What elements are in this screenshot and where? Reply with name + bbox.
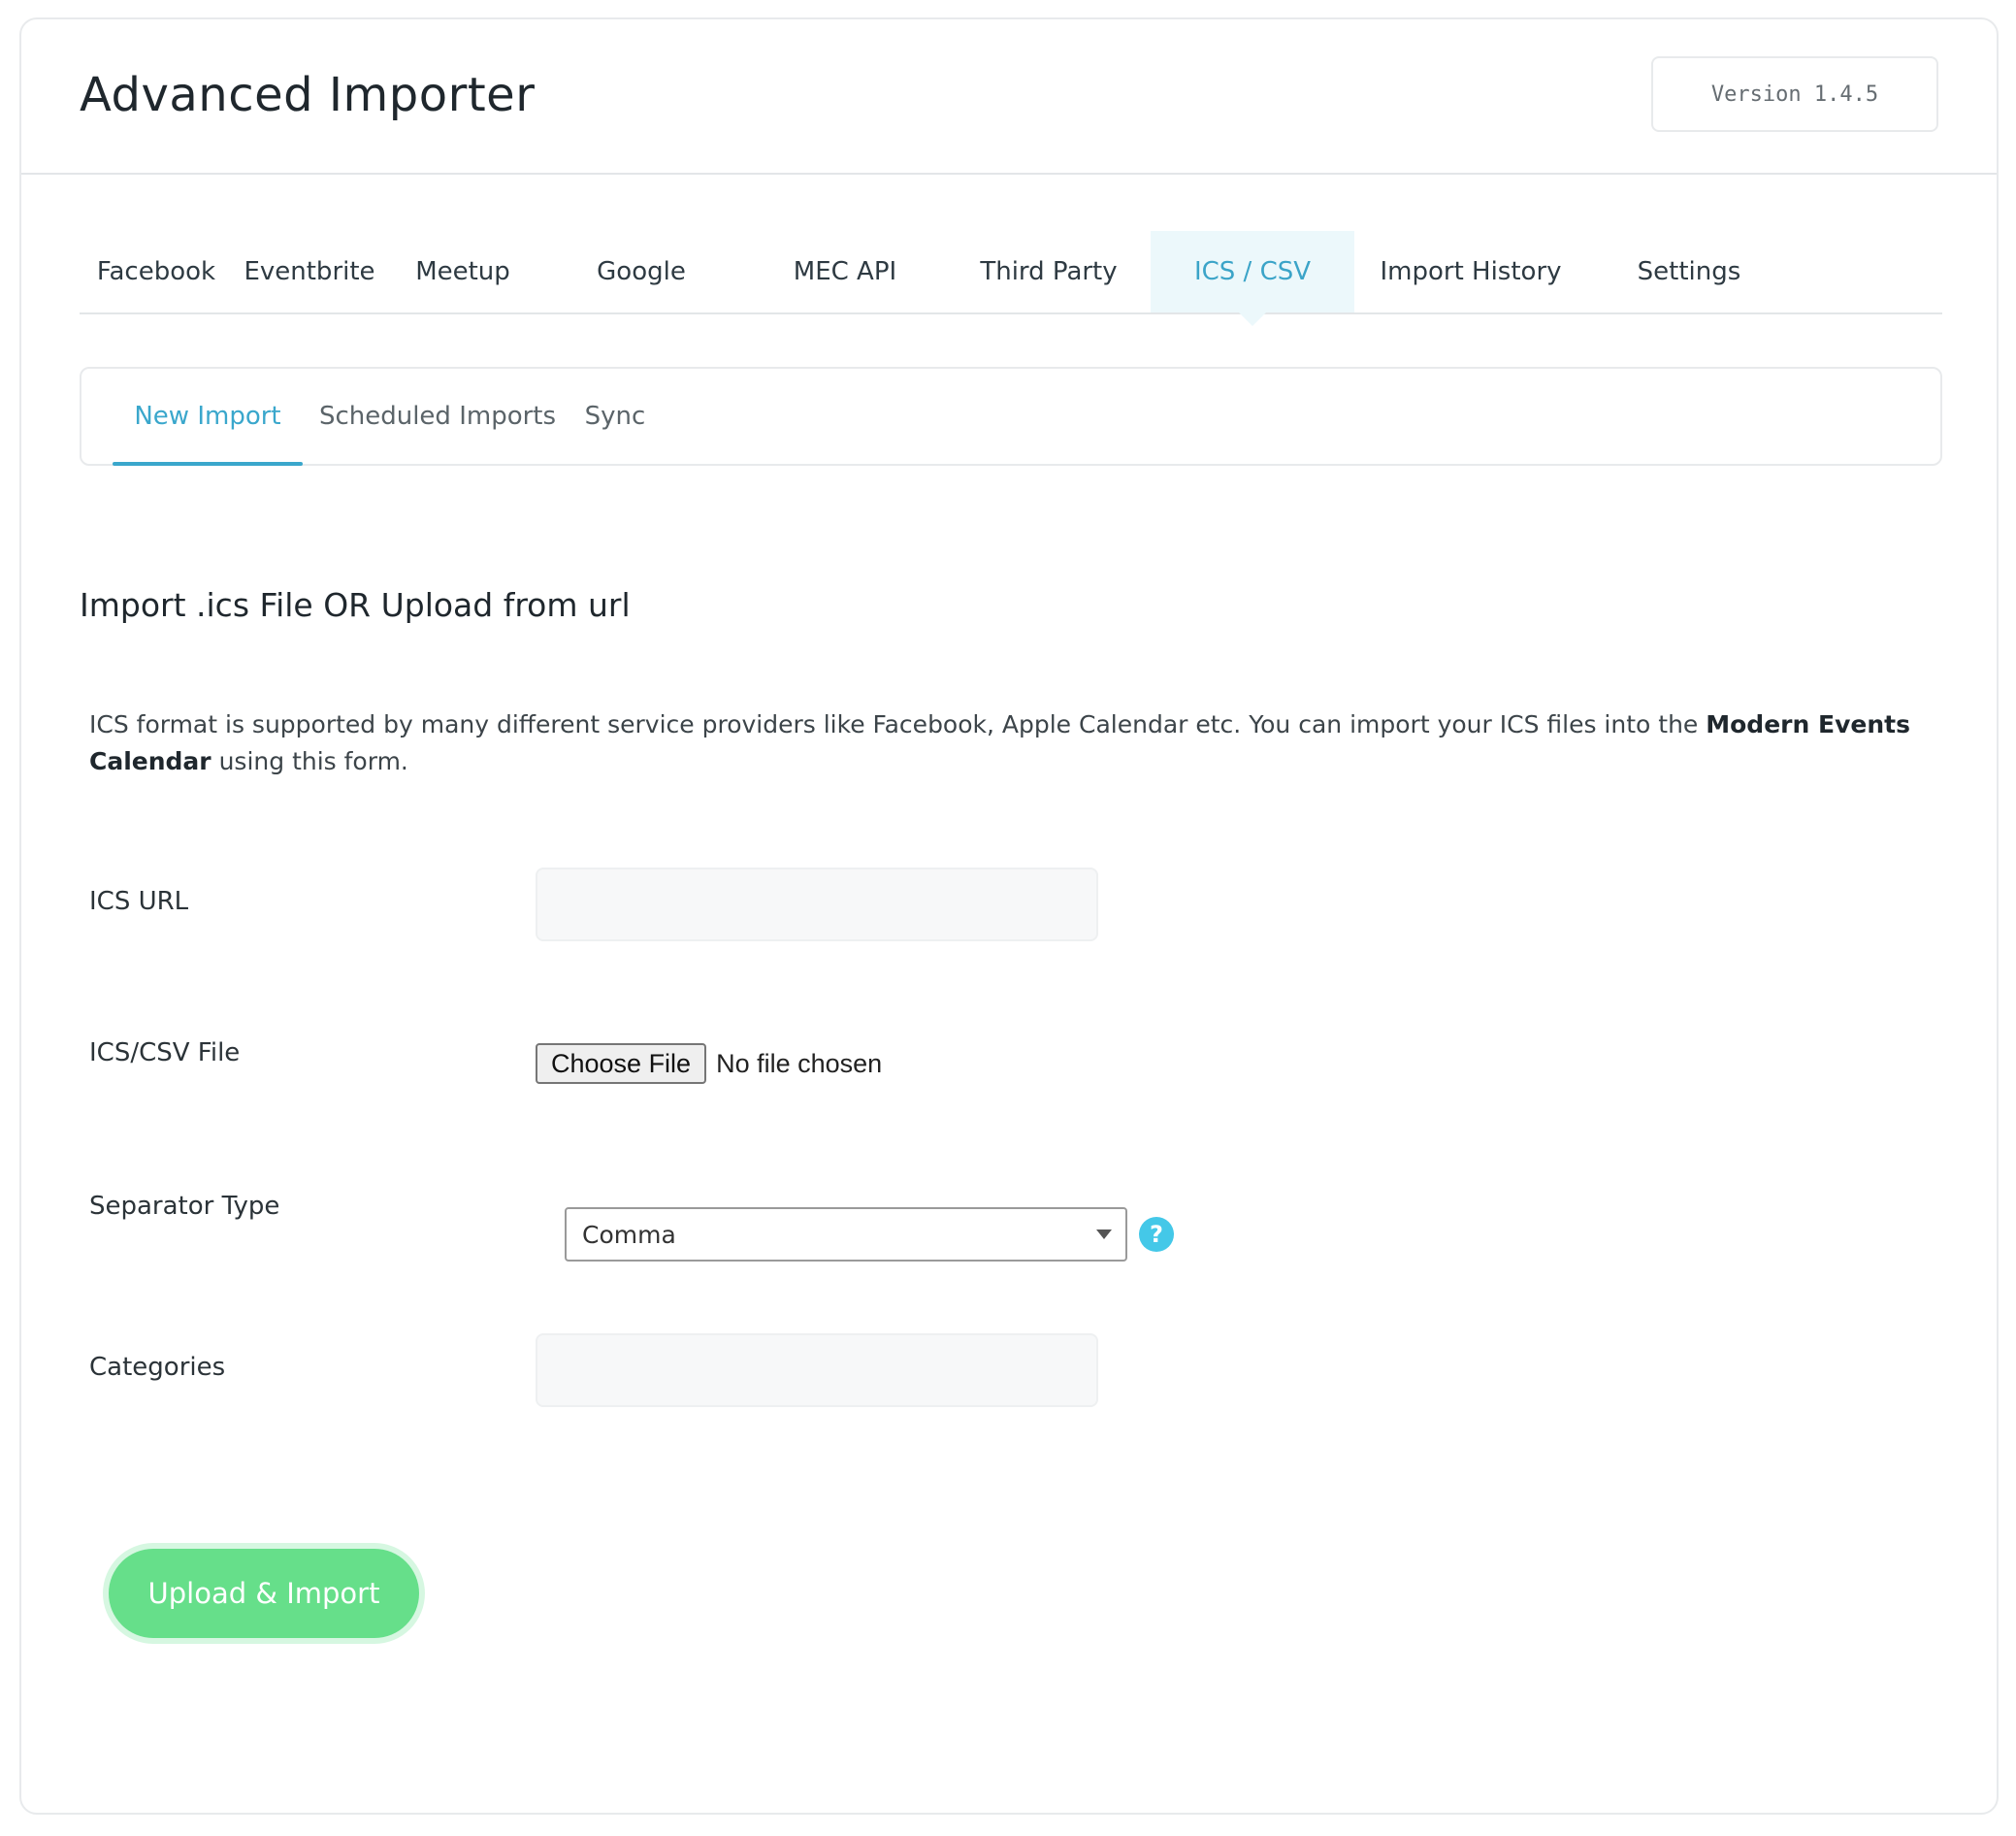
page-title: Advanced Importer	[80, 68, 536, 122]
tab-meetup[interactable]: Meetup	[386, 231, 539, 312]
tab-third-party[interactable]: Third Party	[947, 231, 1151, 312]
file-status: No file chosen	[716, 1048, 883, 1078]
separator-select[interactable]: Comma	[565, 1207, 1127, 1262]
subtab-sync[interactable]: Sync	[576, 369, 654, 464]
help-icon[interactable]: ?	[1139, 1217, 1174, 1252]
file-label: ICS/CSV File	[89, 1038, 241, 1067]
sub-tabs: New Import Scheduled Imports Sync	[80, 367, 1942, 466]
description-text: ICS format is supported by many differen…	[89, 710, 1707, 738]
tab-import-history[interactable]: Import History	[1354, 231, 1587, 312]
section-title: Import .ics File OR Upload from url	[80, 586, 631, 624]
ics-url-label: ICS URL	[89, 887, 189, 916]
choose-file-button[interactable]: Choose File	[536, 1043, 707, 1084]
upload-import-button[interactable]: Upload & Import	[109, 1549, 419, 1638]
tab-google[interactable]: Google	[539, 231, 743, 312]
tab-eventbrite[interactable]: Eventbrite	[233, 231, 386, 312]
description-text-end: using this form.	[211, 747, 408, 775]
header: Advanced Importer Version 1.4.5	[21, 19, 1997, 175]
categories-input[interactable]	[536, 1333, 1098, 1407]
tab-ics-csv[interactable]: ICS / CSV	[1151, 231, 1354, 326]
tab-facebook[interactable]: Facebook	[80, 231, 233, 312]
version-badge: Version 1.4.5	[1651, 56, 1938, 132]
categories-label: Categories	[89, 1353, 226, 1382]
section-description: ICS format is supported by many differen…	[89, 706, 1942, 780]
subtab-new-import[interactable]: New Import	[113, 369, 303, 466]
main-tabs: Facebook Eventbrite Meetup Google MEC AP…	[80, 231, 1942, 326]
importer-card: Advanced Importer Version 1.4.5 Facebook…	[19, 17, 1999, 1815]
subtab-scheduled-imports[interactable]: Scheduled Imports	[319, 369, 556, 464]
separator-selected-value: Comma	[582, 1220, 676, 1249]
tab-settings[interactable]: Settings	[1587, 231, 1791, 312]
tab-mec-api[interactable]: MEC API	[743, 231, 947, 312]
chevron-down-icon	[1096, 1229, 1112, 1239]
ics-url-input[interactable]	[536, 868, 1098, 941]
separator-label: Separator Type	[89, 1192, 280, 1221]
file-picker: Choose File No file chosen	[536, 1042, 882, 1085]
